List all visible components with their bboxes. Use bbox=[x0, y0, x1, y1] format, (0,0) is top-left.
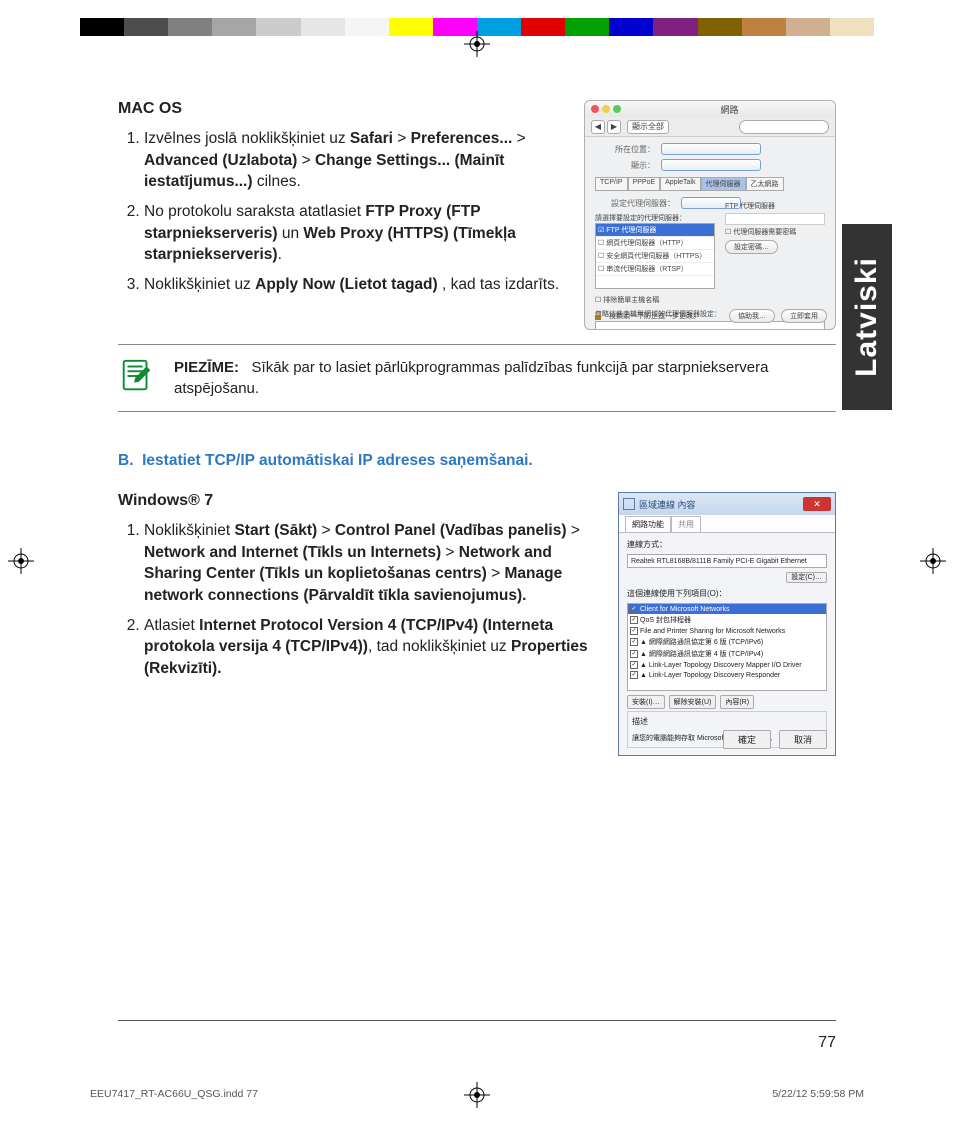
macos-proxy-screenshot: 網路 ◀ ▶ 顯示全部 所在位置： 顯示： TCP/IP PPPoE Apple… bbox=[584, 100, 836, 330]
properties-button: 內容(R) bbox=[720, 695, 754, 709]
nic-icon bbox=[623, 498, 635, 510]
assist-button: 協助我… bbox=[729, 309, 775, 323]
mac-tabs: TCP/IP PPPoE AppleTalk 代理伺服器 乙太網路 bbox=[595, 177, 825, 191]
set-password-button: 設定密碼… bbox=[725, 240, 778, 254]
macos-heading: MAC OS bbox=[118, 100, 570, 118]
minimize-icon bbox=[602, 105, 610, 113]
location-dropdown bbox=[661, 143, 761, 155]
search-input bbox=[739, 120, 829, 134]
apply-now-button: 立即套用 bbox=[781, 309, 827, 323]
note-block: PIEZĪME: Sīkāk par to lasiet pārlūkprogr… bbox=[118, 344, 836, 412]
language-tab: Latviski bbox=[842, 224, 892, 410]
forward-icon: ▶ bbox=[607, 120, 621, 134]
indesign-slug: EEU7417_RT-AC66U_QSG.indd 77 5/22/12 5:5… bbox=[90, 1088, 864, 1100]
show-dropdown bbox=[661, 159, 761, 171]
components-list: ✓Client for Microsoft Networks ✓QoS 封包排程… bbox=[627, 603, 827, 691]
windows-properties-screenshot: 區域連線 內容 ✕ 網路功能 共用 連線方式： Realtek RTL8168B… bbox=[618, 492, 836, 756]
zoom-icon bbox=[613, 105, 621, 113]
install-button: 安裝(I)… bbox=[627, 695, 665, 709]
section-b-title: B. Iestatiet TCP/IP automātiskai IP adre… bbox=[118, 452, 836, 470]
registration-mark-icon bbox=[920, 548, 946, 574]
registration-mark-icon bbox=[8, 548, 34, 574]
windows7-heading: Windows® 7 bbox=[118, 492, 604, 510]
page-number: 77 bbox=[818, 1034, 836, 1052]
proxy-list: ☑FTP 代理伺服器 ☐網頁代理伺服器（HTTP） ☐安全網頁代理伺服器（HTT… bbox=[595, 223, 715, 289]
close-icon: ✕ bbox=[803, 497, 831, 511]
ok-button: 確定 bbox=[723, 730, 771, 749]
show-all-button: 顯示全部 bbox=[627, 120, 669, 134]
note-icon bbox=[118, 357, 156, 395]
tab-networking: 網路功能 bbox=[625, 516, 671, 532]
registration-mark-icon bbox=[464, 31, 490, 57]
close-icon bbox=[591, 105, 599, 113]
macos-steps: Izvēlnes joslā noklikšķiniet uz Safari >… bbox=[118, 128, 570, 296]
back-icon: ◀ bbox=[591, 120, 605, 134]
tab-sharing: 共用 bbox=[671, 516, 701, 532]
lock-icon bbox=[593, 311, 603, 321]
footer-rule bbox=[118, 1020, 836, 1021]
adapter-field: Realtek RTL8168B/8111B Family PCI-E Giga… bbox=[627, 554, 827, 568]
windows7-steps: Noklikšķiniet Start (Sākt) > Control Pan… bbox=[118, 520, 604, 680]
cancel-button: 取消 bbox=[779, 730, 827, 749]
configure-button: 設定(C)… bbox=[786, 572, 827, 583]
uninstall-button: 解除安裝(U) bbox=[669, 695, 717, 709]
